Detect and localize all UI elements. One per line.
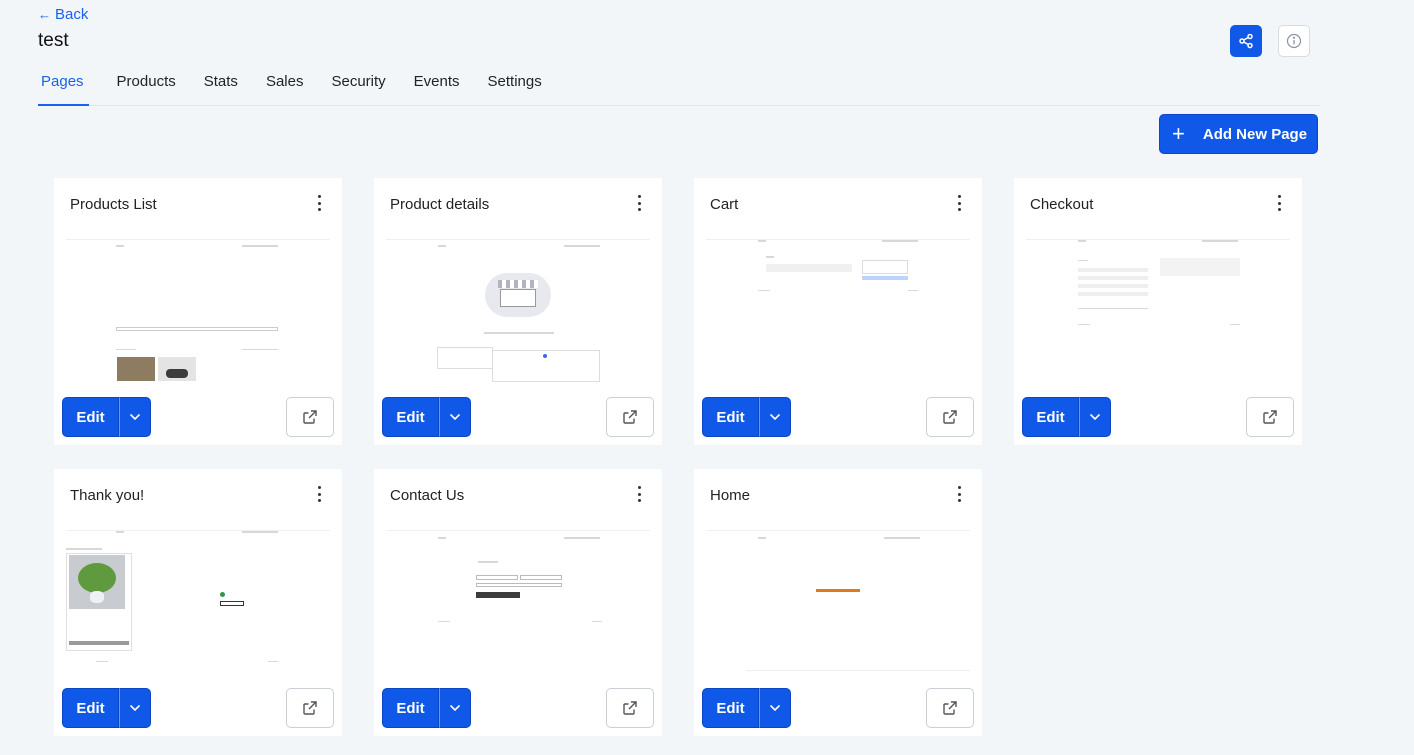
back-label: Back	[55, 6, 89, 23]
more-options-icon[interactable]	[954, 486, 964, 502]
page-card-title: Home	[710, 487, 751, 504]
open-page-button[interactable]	[926, 397, 974, 437]
edit-button[interactable]: Edit	[62, 397, 119, 437]
page-preview-thumbnail	[1026, 240, 1290, 382]
page-card-products-list: Products List Edit	[54, 178, 342, 445]
edit-button[interactable]: Edit	[702, 397, 759, 437]
tab-events[interactable]: Events	[414, 70, 460, 106]
edit-button[interactable]: Edit	[382, 397, 439, 437]
chevron-down-icon	[129, 413, 141, 421]
edit-dropdown-button[interactable]	[119, 397, 151, 437]
open-page-button[interactable]	[286, 688, 334, 728]
page-title: test	[38, 30, 69, 51]
edit-button-group: Edit	[62, 688, 151, 728]
edit-button[interactable]: Edit	[702, 688, 759, 728]
page-card-product-details: Product details Edit	[374, 178, 662, 445]
page-preview-thumbnail	[386, 531, 650, 673]
external-link-icon	[943, 701, 957, 715]
page-card-contact-us: Contact Us Edit	[374, 469, 662, 736]
edit-dropdown-button[interactable]	[759, 688, 791, 728]
more-options-icon[interactable]	[1274, 195, 1284, 211]
tab-sales[interactable]: Sales	[266, 70, 304, 106]
chevron-down-icon	[769, 413, 781, 421]
external-link-icon	[623, 701, 637, 715]
edit-button-group: Edit	[1022, 397, 1111, 437]
edit-dropdown-button[interactable]	[439, 688, 471, 728]
page-card-thank-you: Thank you! Edit	[54, 469, 342, 736]
more-options-icon[interactable]	[314, 486, 324, 502]
tab-stats[interactable]: Stats	[204, 70, 238, 106]
page-card-cart: Cart Edit	[694, 178, 982, 445]
edit-dropdown-button[interactable]	[1079, 397, 1111, 437]
open-page-button[interactable]	[606, 688, 654, 728]
edit-dropdown-button[interactable]	[119, 688, 151, 728]
page-card-title: Contact Us	[390, 487, 465, 504]
external-link-icon	[303, 701, 317, 715]
edit-dropdown-button[interactable]	[759, 397, 791, 437]
external-link-icon	[943, 410, 957, 424]
chevron-down-icon	[449, 413, 461, 421]
edit-button-group: Edit	[702, 397, 791, 437]
chevron-down-icon	[769, 704, 781, 712]
external-link-icon	[623, 410, 637, 424]
external-link-icon	[303, 410, 317, 424]
open-page-button[interactable]	[286, 397, 334, 437]
share-button[interactable]	[1230, 25, 1262, 57]
chevron-down-icon	[1089, 413, 1101, 421]
page-card-home: Home Edit	[694, 469, 982, 736]
add-new-page-label: Add New Page	[1202, 125, 1308, 143]
edit-button-group: Edit	[382, 688, 471, 728]
page-card-title: Thank you!	[70, 487, 145, 504]
page-card-title: Checkout	[1030, 196, 1094, 213]
page-preview-thumbnail	[66, 531, 330, 673]
more-options-icon[interactable]	[634, 195, 644, 211]
edit-button[interactable]: Edit	[382, 688, 439, 728]
open-page-button[interactable]	[926, 688, 974, 728]
tab-settings[interactable]: Settings	[488, 70, 542, 106]
chevron-down-icon	[449, 704, 461, 712]
page-preview-thumbnail	[386, 240, 650, 382]
edit-button-group: Edit	[382, 397, 471, 437]
open-page-button[interactable]	[606, 397, 654, 437]
open-page-button[interactable]	[1246, 397, 1294, 437]
edit-button[interactable]: Edit	[1022, 397, 1079, 437]
info-button[interactable]	[1278, 25, 1310, 57]
plus-icon: +	[1172, 121, 1185, 146]
page-preview-thumbnail	[66, 240, 330, 382]
arrow-left-icon: ←	[38, 7, 51, 22]
external-link-icon	[1263, 410, 1277, 424]
page-preview-thumbnail	[706, 240, 970, 382]
edit-button[interactable]: Edit	[62, 688, 119, 728]
tab-products[interactable]: Products	[117, 70, 176, 106]
info-icon	[1286, 33, 1302, 49]
edit-dropdown-button[interactable]	[439, 397, 471, 437]
back-link[interactable]: ← Back	[38, 6, 88, 23]
tab-security[interactable]: Security	[331, 70, 385, 106]
edit-button-group: Edit	[702, 688, 791, 728]
tab-bar: Pages Products Stats Sales Security Even…	[38, 70, 1320, 106]
page-preview-thumbnail	[706, 531, 970, 673]
page-card-title: Product details	[390, 196, 490, 213]
page-card-title: Cart	[710, 196, 739, 213]
page-card-checkout: Checkout Edit	[1014, 178, 1302, 445]
share-icon	[1239, 33, 1253, 49]
page-card-title: Products List	[70, 196, 157, 213]
edit-button-group: Edit	[62, 397, 151, 437]
add-new-page-button[interactable]: + Add New Page	[1159, 114, 1318, 154]
more-options-icon[interactable]	[634, 486, 644, 502]
chevron-down-icon	[129, 704, 141, 712]
more-options-icon[interactable]	[954, 195, 964, 211]
tab-pages[interactable]: Pages	[38, 70, 89, 106]
more-options-icon[interactable]	[314, 195, 324, 211]
